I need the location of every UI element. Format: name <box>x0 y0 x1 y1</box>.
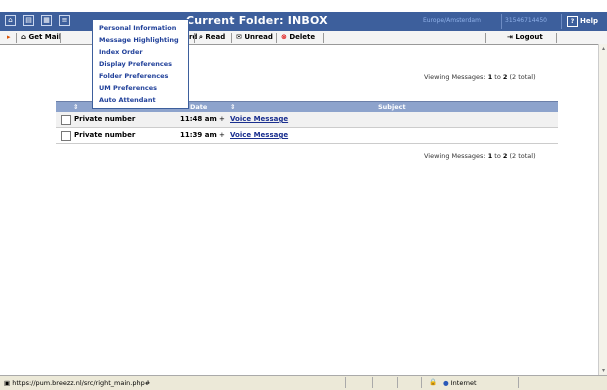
toolbar-divider <box>556 33 557 43</box>
zone-indicator: ● Internet <box>443 379 477 387</box>
viewing-messages-bottom: Viewing Messages: 1 to 2 (2 total) <box>424 152 536 160</box>
toolbar-divider <box>485 33 486 43</box>
globe-icon: ● <box>443 379 449 387</box>
table-row[interactable]: Private number 11:39 am + Voice Message <box>56 128 558 144</box>
status-divider <box>421 377 422 388</box>
header-divider <box>501 14 502 29</box>
logout-icon: ⇥ <box>507 33 513 41</box>
delete-label: Delete <box>289 33 316 41</box>
date-cell: 11:48 am <box>180 115 217 123</box>
status-divider <box>345 377 346 388</box>
zone-label: Internet <box>450 379 477 387</box>
viewing-prefix: Viewing Messages: <box>424 73 488 81</box>
toolbar-divider <box>16 33 17 43</box>
scroll-up-icon[interactable]: ▴ <box>600 45 607 52</box>
menu-item-auto-attendant[interactable]: Auto Attendant <box>93 94 188 106</box>
viewing-prefix: Viewing Messages: <box>424 152 488 160</box>
get-mail-button[interactable]: ⌂ Get Mail <box>21 33 61 41</box>
phone-number-label[interactable]: 31546714450 <box>505 17 547 24</box>
home-icon[interactable]: ⌂ <box>5 15 16 26</box>
page-title: Current Folder: INBOX <box>186 14 328 27</box>
menu-item-um-preferences[interactable]: UM Preferences <box>93 82 188 94</box>
timezone-label[interactable]: Europe/Amsterdam <box>423 17 481 24</box>
viewing-to-word: to <box>492 152 503 160</box>
row-checkbox[interactable] <box>61 131 71 141</box>
help-button[interactable]: ? Help <box>567 16 598 27</box>
vertical-scrollbar[interactable]: ▴ ▾ <box>598 44 607 375</box>
grid-icon[interactable]: ▤ <box>23 15 34 26</box>
status-divider <box>372 377 373 388</box>
menu-item-folder-preferences[interactable]: Folder Preferences <box>93 70 188 82</box>
subject-link[interactable]: Voice Message <box>230 115 288 123</box>
toolbar-divider <box>323 33 324 43</box>
subject-link[interactable]: Voice Message <box>230 131 288 139</box>
date-cell: 11:39 am <box>180 131 217 139</box>
header-icon-group: ⌂ ▤ ▦ ≡ <box>5 15 70 26</box>
column-header-date[interactable]: Date <box>190 103 207 111</box>
viewing-suffix: (2 total) <box>507 73 536 81</box>
delete-button[interactable]: ⊗ Delete <box>281 33 315 41</box>
toolbar-divider <box>276 33 277 43</box>
logout-label: Logout <box>515 33 543 41</box>
browser-status-bar: ▣ https://pum.breezz.nl/src/right_main.p… <box>0 375 607 390</box>
status-divider <box>518 377 519 388</box>
status-url-text: https://pum.breezz.nl/src/right_main.php… <box>12 379 151 387</box>
table-row[interactable]: Private number 11:48 am + Voice Message <box>56 112 558 128</box>
row-separator: + <box>219 131 225 139</box>
scroll-down-icon[interactable]: ▾ <box>600 367 607 374</box>
settings-dropdown-menu: Personal Information Message Highlightin… <box>92 19 189 109</box>
help-label: Help <box>580 17 599 25</box>
row-separator: + <box>219 115 225 123</box>
viewing-messages-top: Viewing Messages: 1 to 2 (2 total) <box>424 73 536 81</box>
help-icon: ? <box>567 16 578 27</box>
status-divider <box>397 377 398 388</box>
viewing-to-word: to <box>492 73 503 81</box>
status-url: ▣ https://pum.breezz.nl/src/right_main.p… <box>4 379 150 387</box>
row-checkbox[interactable] <box>61 115 71 125</box>
read-button[interactable]: ⌕ Read <box>199 33 225 42</box>
unread-label: Unread <box>244 33 273 41</box>
toolbar-arrow-icon: ▸ <box>7 33 11 41</box>
column-header-subject[interactable]: Subject <box>378 103 406 111</box>
menu-item-display-preferences[interactable]: Display Preferences <box>93 58 188 70</box>
menu-item-personal-information[interactable]: Personal Information <box>93 22 188 34</box>
unread-button[interactable]: ✉ Unread <box>236 33 273 41</box>
from-cell: Private number <box>74 115 136 123</box>
lock-icon: 🔒 <box>429 378 438 386</box>
header-divider <box>561 14 562 29</box>
delete-icon: ⊗ <box>281 33 287 41</box>
menu-item-index-order[interactable]: Index Order <box>93 46 188 58</box>
toolbar-divider <box>60 33 61 43</box>
sort-icon[interactable]: ⇕ <box>230 103 235 111</box>
read-label: Read <box>205 33 226 41</box>
read-icon: ⌕ <box>199 33 203 41</box>
unread-icon: ✉ <box>236 33 242 41</box>
from-cell: Private number <box>74 131 136 139</box>
toolbar-divider <box>231 33 232 43</box>
menu-item-message-highlighting[interactable]: Message Highlighting <box>93 34 188 46</box>
sort-icon[interactable]: ⇕ <box>73 103 78 111</box>
toolbar-divider <box>194 33 195 43</box>
get-mail-label: Get Mail <box>28 33 62 41</box>
logout-button[interactable]: ⇥ Logout <box>507 33 543 41</box>
mailbox-icon: ⌂ <box>21 33 27 41</box>
viewing-suffix: (2 total) <box>507 152 536 160</box>
page-icon: ▣ <box>4 379 11 387</box>
list-icon[interactable]: ▦ <box>41 15 52 26</box>
menu-icon[interactable]: ≡ <box>59 15 70 26</box>
